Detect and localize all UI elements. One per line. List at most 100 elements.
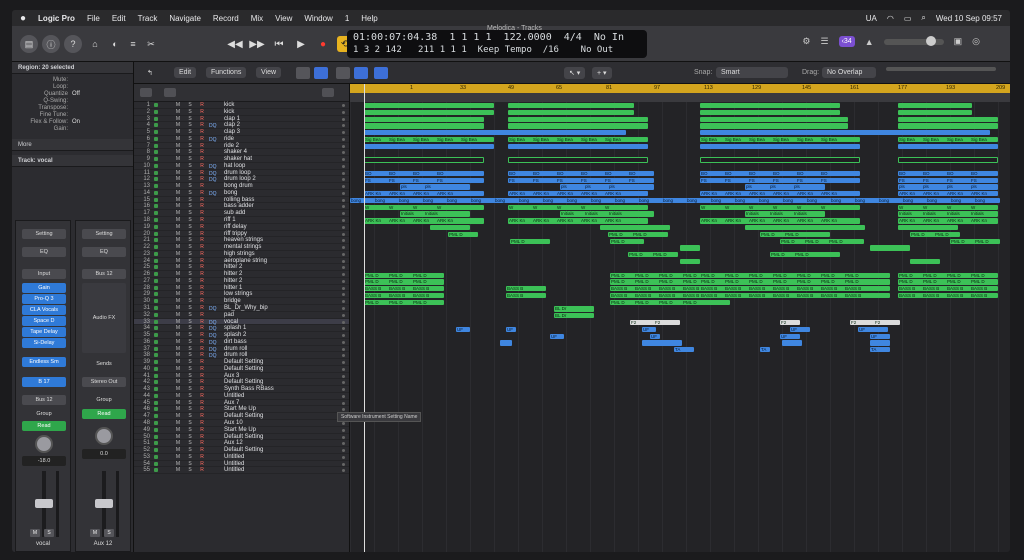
- solo-button[interactable]: S: [186, 210, 194, 217]
- functions-menu[interactable]: Functions: [206, 67, 247, 78]
- track-name[interactable]: splash 1: [224, 325, 246, 332]
- region[interactable]: PML D: [448, 231, 478, 238]
- track-menu-icon[interactable]: [342, 455, 345, 459]
- eq-display[interactable]: EQ: [82, 247, 126, 257]
- record-enable-button[interactable]: R: [198, 190, 206, 197]
- solo-button[interactable]: S: [186, 102, 194, 109]
- solo-button[interactable]: S: [186, 278, 194, 285]
- solo-button[interactable]: S: [186, 285, 194, 292]
- region[interactable]: F2 F2: [630, 319, 680, 326]
- region[interactable]: PML D PML D PML D: [364, 279, 444, 285]
- track-row[interactable]: 54 M S R Untitled: [134, 461, 349, 468]
- sends-slot[interactable]: Sends: [82, 359, 126, 369]
- region[interactable]: ARK Kn ARK Kn ARK Kn ARK Kn: [898, 191, 998, 197]
- solo-button[interactable]: S: [186, 203, 194, 210]
- solo-button[interactable]: S: [186, 258, 194, 265]
- track-row[interactable]: 13 M S Rbong drum: [134, 183, 349, 190]
- menu-1[interactable]: 1: [345, 14, 349, 23]
- region[interactable]: [700, 130, 990, 136]
- record-enable-button[interactable]: R: [198, 224, 206, 231]
- inspector-param[interactable]: Transpose:: [12, 105, 133, 112]
- region[interactable]: UF: [780, 333, 800, 339]
- track-menu-icon[interactable]: [342, 144, 345, 148]
- region[interactable]: [600, 225, 670, 231]
- track-menu-icon[interactable]: [342, 246, 345, 250]
- mute-button[interactable]: M: [174, 319, 182, 326]
- region[interactable]: FS FS FS FS FS FS: [700, 177, 860, 183]
- playhead[interactable]: [364, 84, 365, 552]
- track-row[interactable]: 33 M S R DQ vocal: [134, 318, 349, 326]
- region[interactable]: Sig Bea Sig Bea Sig Bea Sig Bea: [898, 136, 998, 143]
- region[interactable]: TA: [760, 347, 770, 353]
- track-menu-icon[interactable]: [342, 232, 345, 236]
- record-enable-button[interactable]: R: [198, 346, 206, 353]
- metronome-icon[interactable]: ▲: [865, 37, 874, 47]
- automation-mode[interactable]: Read: [82, 409, 126, 419]
- region[interactable]: PML D PML D PML D: [364, 299, 444, 305]
- track-name[interactable]: clap 3: [224, 129, 240, 136]
- track-row[interactable]: 12 M S R DQ drum loop 2: [134, 176, 349, 183]
- record-enable-button[interactable]: R: [198, 237, 206, 244]
- mute-button[interactable]: M: [174, 454, 182, 461]
- region[interactable]: [364, 109, 494, 116]
- mute-button[interactable]: M: [174, 170, 182, 177]
- track-menu-icon[interactable]: [342, 185, 345, 189]
- track-row[interactable]: 37 M S R DQ drum roll: [134, 346, 349, 353]
- record-enable-button[interactable]: R: [198, 285, 206, 292]
- track-menu-icon[interactable]: [342, 388, 345, 392]
- solo-button[interactable]: S: [186, 122, 194, 129]
- track-name[interactable]: Aux 7: [224, 400, 239, 407]
- solo-button[interactable]: S: [186, 176, 194, 183]
- pan-knob[interactable]: [35, 435, 53, 453]
- region[interactable]: [700, 116, 848, 122]
- region[interactable]: ARK Kn ARK Kn ARK Kn ARK Kn ARK Kn ARK Kn: [700, 218, 860, 224]
- track-name[interactable]: bong drum: [224, 183, 253, 190]
- strip-name[interactable]: Aux 12: [76, 541, 130, 547]
- solo-button[interactable]: S: [186, 163, 194, 170]
- region[interactable]: bong bong bong bong bong bong bong bong bong bong…: [350, 197, 1000, 204]
- mute-button[interactable]: M: [174, 332, 182, 339]
- mute-button[interactable]: M: [174, 143, 182, 150]
- record-enable-button[interactable]: R: [198, 467, 206, 474]
- mute-button[interactable]: M: [174, 291, 182, 298]
- mute-button[interactable]: M: [174, 102, 182, 109]
- track-menu-icon[interactable]: [342, 435, 345, 439]
- track-name[interactable]: Synth Bass RBass: [224, 386, 274, 393]
- mute-button[interactable]: M: [174, 461, 182, 468]
- track-name[interactable]: rolling bass: [224, 197, 254, 204]
- track-name[interactable]: drum loop 2: [224, 176, 256, 183]
- mute-button[interactable]: M: [174, 305, 182, 312]
- track-row[interactable]: 29 M S Rlow strings: [134, 291, 349, 299]
- track-name[interactable]: Default Setting: [224, 447, 263, 454]
- region[interactable]: PML D: [510, 238, 550, 244]
- mute-button[interactable]: M: [174, 379, 182, 386]
- track-row[interactable]: 53 M S R Untitled: [134, 454, 349, 461]
- solo-button[interactable]: S: [186, 149, 194, 156]
- solo-button[interactable]: S: [186, 244, 194, 251]
- zoom-slider[interactable]: [886, 67, 996, 71]
- solo-button[interactable]: S: [186, 305, 194, 312]
- region[interactable]: [680, 245, 700, 251]
- region[interactable]: UF: [550, 333, 564, 339]
- track-name[interactable]: sub add: [224, 210, 245, 217]
- track-name[interactable]: Untitled: [224, 461, 244, 468]
- region[interactable]: [364, 116, 484, 122]
- drag-select[interactable]: No Overlap: [822, 67, 876, 78]
- solo-button[interactable]: S: [186, 197, 194, 204]
- volume-fader[interactable]: [35, 499, 53, 508]
- region[interactable]: ARK Kn ARK Kn ARK Kn ARK Kn: [898, 218, 998, 224]
- track-menu-icon[interactable]: [342, 191, 345, 195]
- track-menu-icon[interactable]: [342, 313, 345, 317]
- record-enable-button[interactable]: R: [198, 434, 206, 441]
- track-row[interactable]: 27 M S Rhitter 2: [134, 278, 349, 285]
- record-enable-button[interactable]: R: [198, 447, 206, 454]
- solo-button[interactable]: S: [186, 156, 194, 163]
- track-row[interactable]: 5 M S Rclap 3: [134, 129, 349, 136]
- region[interactable]: ARK Kn ARK Kn ARK Kn ARK Kn ARK Kn: [508, 191, 648, 197]
- track-menu-icon[interactable]: [342, 124, 345, 128]
- inspector-param[interactable]: Quantize Off: [12, 91, 133, 98]
- region[interactable]: [500, 340, 512, 346]
- region[interactable]: FS FS FS FS: [898, 177, 998, 183]
- region[interactable]: PML D PML D: [950, 238, 1000, 244]
- track-name[interactable]: splash 2: [224, 332, 246, 339]
